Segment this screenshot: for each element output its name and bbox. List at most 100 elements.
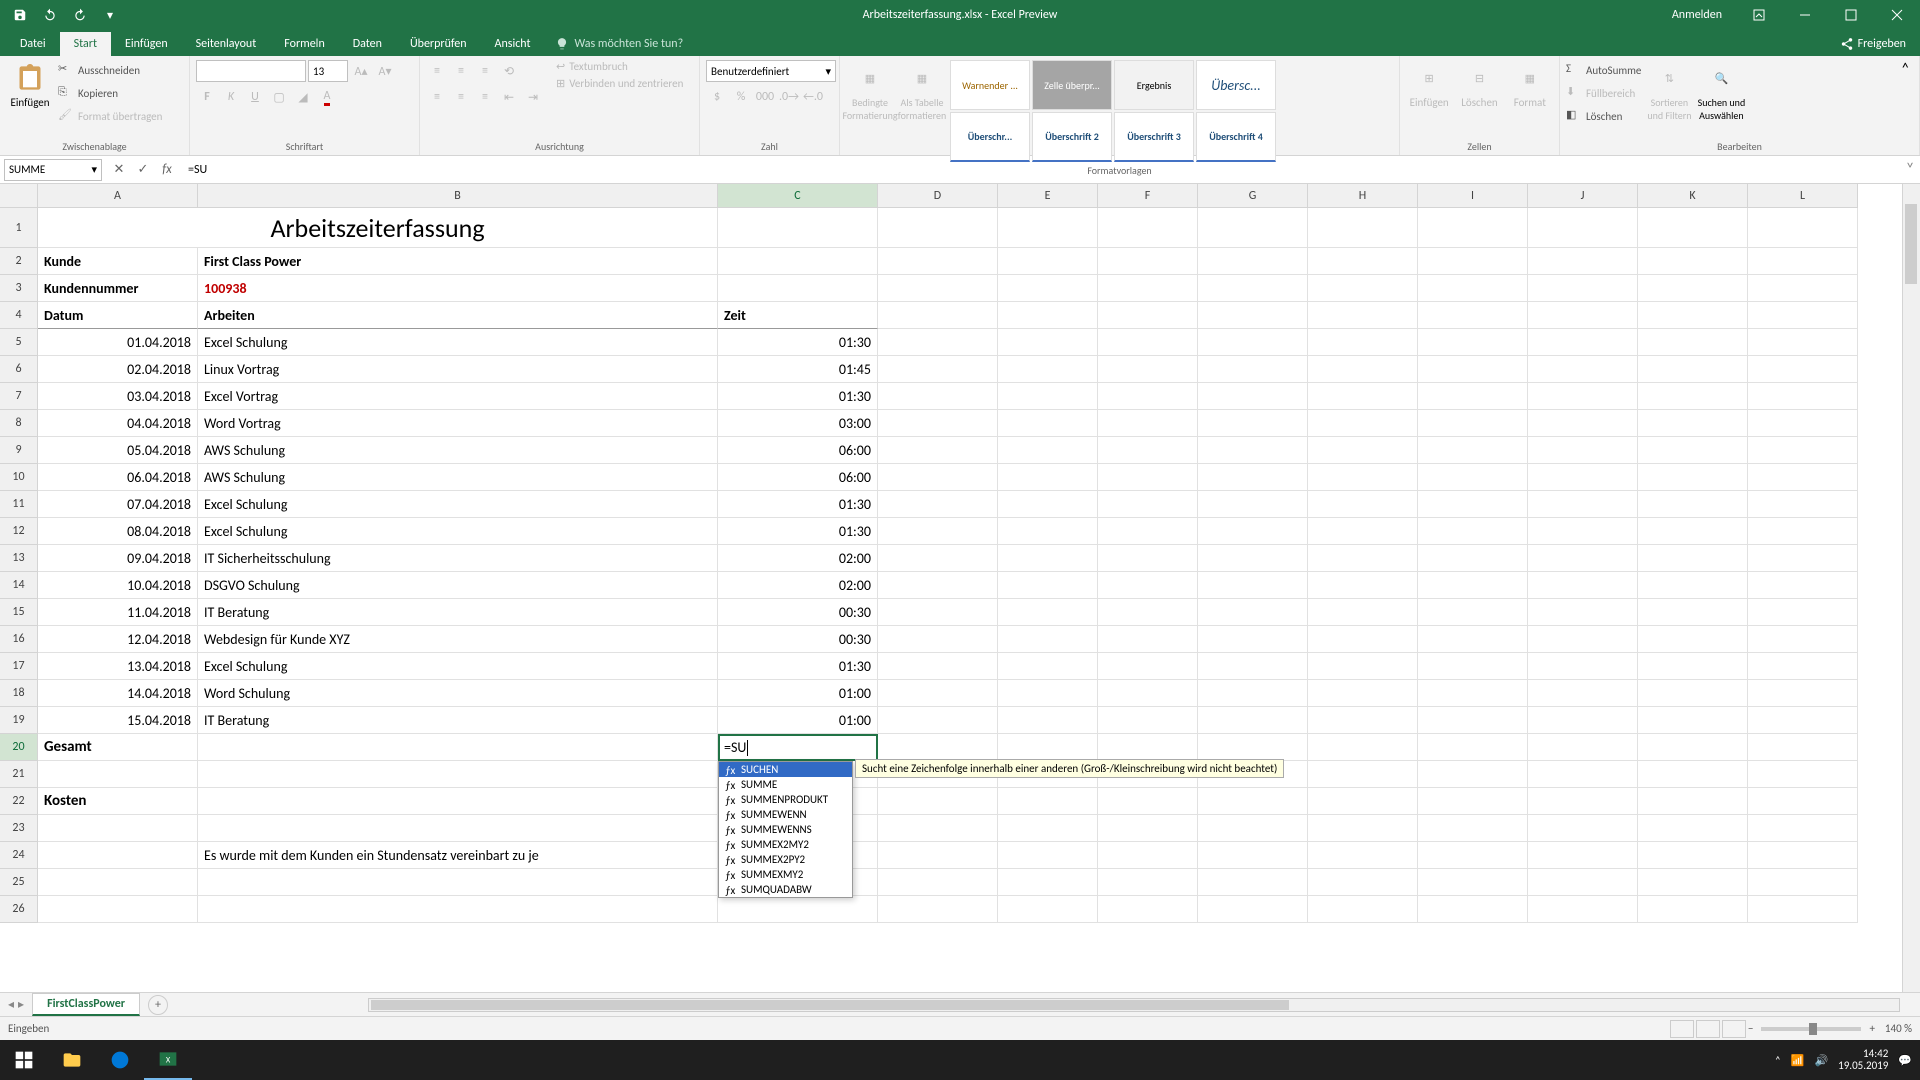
cell[interactable] <box>1418 464 1528 491</box>
cell[interactable]: IT Beratung <box>198 599 718 626</box>
cell[interactable]: Kundennummer <box>38 275 198 302</box>
cell[interactable] <box>878 734 998 761</box>
insert-cells-button[interactable]: ⊞Einfügen <box>1406 60 1452 138</box>
sheet-nav-prev-icon[interactable]: ◂ <box>8 997 14 1012</box>
cell[interactable] <box>1528 410 1638 437</box>
fill-color-button[interactable]: ◢ <box>292 86 314 108</box>
cell[interactable] <box>1418 410 1528 437</box>
column-header-A[interactable]: A <box>38 184 198 208</box>
cell[interactable] <box>1528 208 1638 248</box>
cell[interactable] <box>1098 356 1198 383</box>
row-header-9[interactable]: 9 <box>0 437 38 464</box>
cell[interactable] <box>998 208 1098 248</box>
cell[interactable] <box>1638 410 1748 437</box>
cell[interactable] <box>1748 707 1858 734</box>
enter-formula-button[interactable]: ✓ <box>132 159 154 181</box>
cell[interactable] <box>998 572 1098 599</box>
cell[interactable]: 01:45 <box>718 356 878 383</box>
row-header-17[interactable]: 17 <box>0 653 38 680</box>
cell[interactable]: IT Beratung <box>198 707 718 734</box>
cell[interactable] <box>1528 869 1638 896</box>
cell[interactable]: 01:30 <box>718 383 878 410</box>
cell[interactable]: 05.04.2018 <box>38 437 198 464</box>
cell[interactable] <box>1418 208 1528 248</box>
cell[interactable] <box>1638 896 1748 923</box>
paste-button[interactable]: Einfügen <box>6 60 54 138</box>
cell[interactable] <box>878 869 998 896</box>
cell[interactable] <box>1638 626 1748 653</box>
cell[interactable] <box>1418 491 1528 518</box>
expand-formula-bar-icon[interactable]: ˅ <box>1900 160 1920 179</box>
cell[interactable] <box>1638 383 1748 410</box>
cell[interactable] <box>1528 545 1638 572</box>
cell[interactable]: Word Vortrag <box>198 410 718 437</box>
cell[interactable] <box>998 464 1098 491</box>
cell[interactable] <box>878 707 998 734</box>
increase-indent-icon[interactable]: ⇥ <box>522 86 544 108</box>
border-button[interactable]: ▢ <box>268 86 290 108</box>
row-header-1[interactable]: 1 <box>0 208 38 248</box>
cell[interactable] <box>1638 248 1748 275</box>
cell[interactable] <box>878 356 998 383</box>
cell[interactable]: IT Sicherheitsschulung <box>198 545 718 572</box>
clock[interactable]: 14:42 19.05.2019 <box>1838 1048 1888 1072</box>
cell[interactable] <box>198 815 718 842</box>
cell[interactable] <box>1098 653 1198 680</box>
cell[interactable] <box>1098 734 1198 761</box>
increase-font-icon[interactable]: A▴ <box>350 60 372 82</box>
cell[interactable]: 12.04.2018 <box>38 626 198 653</box>
align-right-icon[interactable]: ≡ <box>474 86 496 108</box>
cell[interactable]: 02.04.2018 <box>38 356 198 383</box>
bold-button[interactable]: F <box>196 86 218 108</box>
underline-button[interactable]: U <box>244 86 266 108</box>
cell[interactable] <box>1748 491 1858 518</box>
cell[interactable] <box>1308 464 1418 491</box>
cell[interactable] <box>998 788 1098 815</box>
autocomplete-item[interactable]: ƒxSUMME <box>719 777 852 792</box>
cell[interactable] <box>1308 599 1418 626</box>
format-cells-button[interactable]: ▦Format <box>1507 60 1553 138</box>
cell[interactable]: Zeit <box>718 302 878 329</box>
cell[interactable] <box>1198 653 1308 680</box>
fx-button[interactable]: fx <box>156 159 178 181</box>
cell[interactable] <box>1748 275 1858 302</box>
copy-button[interactable]: ⎘Kopieren <box>58 83 162 103</box>
cell[interactable]: 01.04.2018 <box>38 329 198 356</box>
cell[interactable] <box>1308 302 1418 329</box>
cell[interactable] <box>1098 275 1198 302</box>
cell[interactable] <box>1638 518 1748 545</box>
cell[interactable] <box>878 410 998 437</box>
cell[interactable] <box>1528 653 1638 680</box>
cell[interactable]: 14.04.2018 <box>38 680 198 707</box>
row-header-19[interactable]: 19 <box>0 707 38 734</box>
cell[interactable] <box>1308 734 1418 761</box>
cell[interactable] <box>718 275 878 302</box>
style-h1[interactable]: Überschr... <box>950 112 1030 162</box>
qat-customize-icon[interactable]: ▾ <box>96 3 124 27</box>
cell[interactable] <box>1198 896 1308 923</box>
wrap-text-button[interactable]: ↩Textumbruch <box>556 60 683 73</box>
cell[interactable]: DSGVO Schulung <box>198 572 718 599</box>
style-warning[interactable]: Warnender ... <box>950 60 1030 110</box>
comma-icon[interactable]: 000 <box>754 86 776 108</box>
cell[interactable] <box>878 680 998 707</box>
cell[interactable] <box>718 896 878 923</box>
cell[interactable]: Webdesign für Kunde XYZ <box>198 626 718 653</box>
cell[interactable] <box>1098 383 1198 410</box>
format-as-table-button[interactable]: ▦Als Tabelle formatieren <box>898 60 946 162</box>
row-header-20[interactable]: 20 <box>0 734 38 761</box>
cell[interactable] <box>1308 680 1418 707</box>
minimize-icon[interactable] <box>1782 0 1828 30</box>
cell[interactable] <box>998 329 1098 356</box>
tab-data[interactable]: Daten <box>339 32 396 56</box>
font-color-button[interactable]: A <box>316 86 338 108</box>
cell[interactable] <box>718 208 878 248</box>
cell[interactable] <box>1308 491 1418 518</box>
sort-filter-button[interactable]: ⇅Sortieren und Filtern <box>1645 60 1693 138</box>
cell[interactable] <box>1198 626 1308 653</box>
cell[interactable] <box>38 896 198 923</box>
cell[interactable]: Arbeitszeiterfassung <box>38 208 718 248</box>
add-sheet-button[interactable]: + <box>148 995 168 1015</box>
cell[interactable] <box>1198 383 1308 410</box>
cell[interactable] <box>1308 896 1418 923</box>
